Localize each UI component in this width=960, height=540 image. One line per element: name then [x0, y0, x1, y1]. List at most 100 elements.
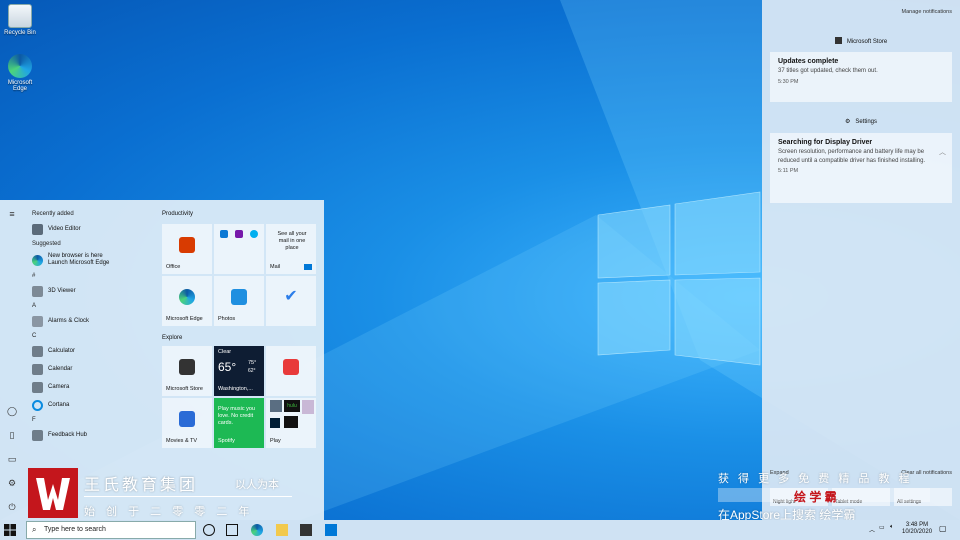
manage-notifications-link[interactable]: Manage notifications [902, 9, 952, 15]
desktop-icon-edge[interactable]: Microsoft Edge [0, 54, 40, 92]
photoshop-icon [270, 418, 280, 428]
photos-icon [231, 289, 247, 305]
app-suggested-edge[interactable]: New browser is here Launch Microsoft Edge [28, 250, 152, 270]
user-icon[interactable]: ◯ [7, 406, 17, 416]
recycle-bin-icon [8, 4, 32, 28]
desktop-icon-label: Microsoft Edge [7, 80, 33, 92]
news-icon [283, 359, 299, 375]
notification-card-display-driver[interactable]: Searching for Display Driver Screen reso… [770, 133, 952, 203]
tile-mail[interactable]: See all your mail in one place Mail [266, 224, 316, 274]
settings-notification-header: ⚙ Settings [844, 119, 878, 125]
store-bag-icon [179, 359, 195, 375]
clock-icon [32, 315, 43, 327]
watermark-line1b: 以人为本 [235, 479, 279, 491]
store-bag-icon [834, 37, 842, 44]
tile-store[interactable]: Microsoft Store [162, 346, 212, 396]
section-hash: # [32, 273, 36, 279]
search-placeholder: Type here to search [44, 526, 106, 533]
hulu-icon: hulu [284, 400, 300, 412]
watermark-line1: 王氏教育集团 [84, 477, 199, 494]
section-a: A [32, 303, 37, 309]
onenote-icon [235, 230, 243, 238]
chevron-up-icon[interactable]: ︿ [869, 525, 875, 534]
cortana-icon[interactable] [203, 524, 215, 536]
taskbar: ⌕ Type here to search ︿ ▭ 🔈︎ 3:48 PM 10/… [0, 520, 960, 540]
watermark-brand: 绘 学 霸 [794, 490, 837, 504]
pictures-icon[interactable]: ▭ [7, 454, 17, 464]
app-calculator[interactable]: Calculator [28, 342, 152, 360]
store-notification-header: Microsoft Store [762, 37, 960, 45]
watermark-line2: 始 创 于 二 零 零 二 年 [84, 506, 254, 518]
tile-office-apps[interactable] [214, 224, 264, 274]
tile-photos[interactable]: Photos [214, 276, 264, 326]
windows-logo [597, 191, 761, 366]
edge-icon [32, 254, 43, 266]
taskbar-search-box[interactable]: ⌕ Type here to search [26, 521, 196, 539]
start-rail: ≡ ◯ ▯ ▭ ⚙ ⏻ [0, 200, 24, 520]
app-3d-viewer[interactable]: 3D Viewer [28, 282, 152, 300]
app-alarms[interactable]: Alarms & Clock [28, 312, 152, 330]
tile-weather[interactable]: Clear 65° 75° 62° Washington,... [214, 346, 264, 396]
feedback-icon [32, 429, 43, 441]
tile-edge[interactable]: Microsoft Edge [162, 276, 212, 326]
chevron-up-icon[interactable]: ︿ [939, 147, 946, 157]
game-tile-icon [270, 400, 282, 412]
start-button[interactable] [4, 524, 16, 536]
desktop-icon-recycle-bin[interactable]: Recycle Bin [0, 4, 40, 36]
store-taskbar-icon[interactable] [300, 524, 312, 536]
tile-todo[interactable]: ✔ [266, 276, 316, 326]
movies-icon [179, 411, 195, 427]
section-c: C [32, 333, 37, 339]
clock[interactable]: 3:48 PM 10/20/2020 [902, 522, 932, 536]
tile-news[interactable] [266, 346, 316, 396]
mail-taskbar-icon[interactable] [325, 524, 337, 536]
app-camera[interactable]: Camera [28, 378, 152, 396]
section-f: F [32, 417, 36, 423]
action-center: Manage notifications Microsoft Store Upd… [762, 0, 960, 520]
logo-w-icon [36, 478, 70, 510]
checkmark-icon: ✔ [284, 288, 298, 305]
cube-icon [32, 285, 43, 297]
cortana-icon [32, 399, 43, 411]
tile-movies[interactable]: Movies & TV [162, 398, 212, 448]
app-list: Recently added Video Editor Suggested Ne… [28, 208, 152, 444]
app-video-editor[interactable]: Video Editor [28, 220, 152, 238]
file-explorer-icon[interactable] [276, 524, 288, 536]
documents-icon[interactable]: ▯ [7, 430, 17, 440]
tile-play[interactable]: hulu Play [266, 398, 316, 448]
action-center-icon[interactable]: ▢ [939, 524, 947, 533]
calculator-icon [32, 345, 43, 357]
settings-gear-icon[interactable]: ⚙ [7, 478, 17, 488]
video-editor-icon [32, 223, 43, 235]
skype-icon [250, 230, 258, 238]
power-icon[interactable]: ⏻ [7, 502, 17, 512]
tile-office[interactable]: Office [162, 224, 212, 274]
tile-area: Productivity Office See all your mail in… [162, 208, 320, 448]
edge-taskbar-icon[interactable] [251, 524, 263, 536]
suggested-heading: Suggested [32, 241, 61, 247]
task-view-icon[interactable] [226, 524, 238, 536]
dolby-icon [284, 416, 298, 428]
gear-icon: ⚙ [844, 119, 851, 125]
game-tile-icon [302, 400, 314, 414]
edge-icon [8, 54, 32, 78]
hamburger-icon[interactable]: ≡ [7, 209, 17, 219]
network-icon[interactable]: ▭ [879, 524, 885, 531]
windows-start-icon [4, 524, 16, 536]
onedrive-icon [220, 230, 228, 238]
notification-card-updates[interactable]: Updates complete 37 titles got updated, … [770, 52, 952, 102]
recently-added-heading: Recently added [32, 211, 74, 217]
office-icon [179, 237, 195, 253]
edge-icon [179, 289, 195, 305]
app-feedback-hub[interactable]: Feedback Hub [28, 426, 152, 444]
calendar-icon [32, 363, 43, 375]
app-cortana[interactable]: Cortana [28, 396, 152, 414]
app-calendar[interactable]: Calendar [28, 360, 152, 378]
camera-icon [32, 381, 43, 393]
search-icon: ⌕ [32, 525, 37, 534]
volume-icon[interactable]: 🔈︎ [890, 524, 894, 531]
watermark-divider [84, 496, 292, 497]
tile-spotify[interactable]: Play music you love. No credit cards. Sp… [214, 398, 264, 448]
watermark-right1: 获 得 更 多 免 费 精 品 教 程 [718, 473, 913, 485]
desktop-icon-label: Recycle Bin [4, 30, 36, 36]
